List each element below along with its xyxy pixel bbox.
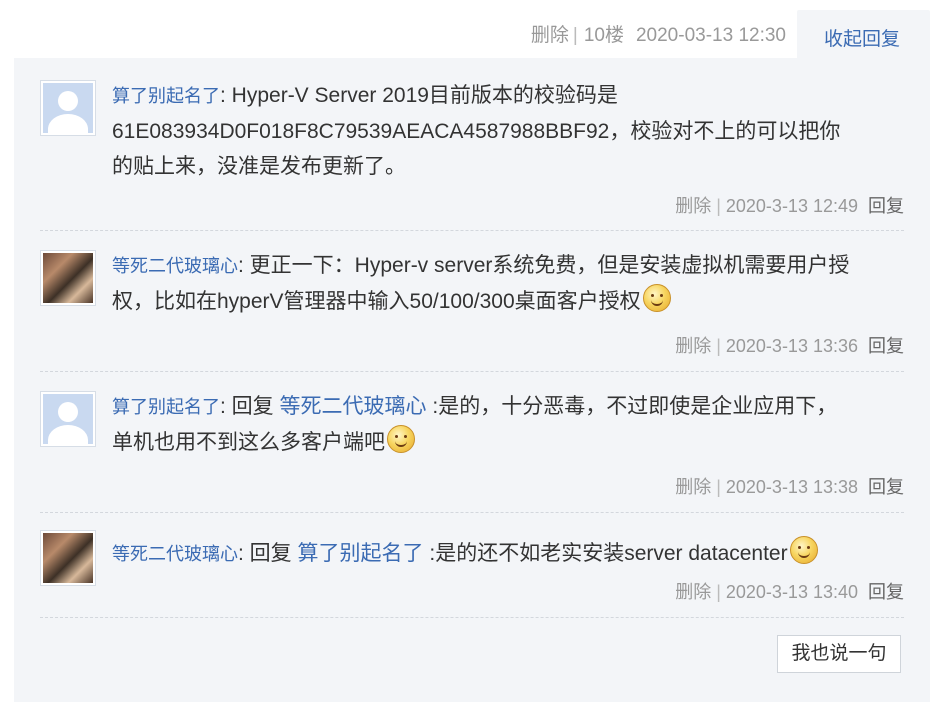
reply-body: 算了别起名了: 回复 等死二代玻璃心 :是的，十分恶毒，不过即使是企业应用下， … <box>112 395 838 454</box>
reply-link[interactable]: 回复 <box>868 582 904 602</box>
delete-link[interactable]: 删除 <box>675 477 711 497</box>
divider <box>40 371 904 372</box>
reply-prefix: 回复 <box>231 395 274 418</box>
say-something-button[interactable]: 我也说一句 <box>777 635 901 673</box>
photo-avatar-icon <box>43 253 93 303</box>
reply-text: 61E083934D0F018F8C79539AEACA4587988BBF92… <box>112 120 841 143</box>
floor-meta: 删除 | 10楼 2020-03-13 12:30 <box>531 20 786 47</box>
reply-text: :是的，十分恶毒，不过即使是企业应用下， <box>432 395 838 418</box>
reply-body: 等死二代玻璃心: 回复 算了别起名了 :是的还不如老实安装server data… <box>112 536 902 572</box>
floor-datetime: 2020-03-13 12:30 <box>635 25 786 46</box>
reply-panel: 算了别起名了: Hyper-V Server 2019目前版本的校验码是 61E… <box>14 58 930 702</box>
reply-item: 等死二代玻璃心: 更正一下：Hyper-v server系统免费，但是安装虚拟机… <box>40 248 904 364</box>
avatar[interactable] <box>40 530 96 586</box>
reply-author[interactable]: 等死二代玻璃心 <box>112 256 238 276</box>
reply-meta: 删除 | 2020-3-13 13:38 回复 <box>675 473 904 499</box>
collapse-replies-tab[interactable]: 收起回复 <box>797 10 930 58</box>
photo-avatar-icon <box>43 533 93 583</box>
delete-link[interactable]: 删除 <box>675 196 711 216</box>
reply-link[interactable]: 回复 <box>868 477 904 497</box>
reply-item: 等死二代玻璃心: 回复 算了别起名了 :是的还不如老实安装server data… <box>40 530 904 610</box>
reply-text: :是的还不如老实安装server datacenter <box>429 542 788 565</box>
separator: | <box>572 25 578 46</box>
avatar[interactable] <box>40 391 96 447</box>
reply-time: 2020-3-13 12:49 <box>725 196 858 216</box>
collapse-replies-link[interactable]: 收起回复 <box>824 24 900 51</box>
reply-item: 算了别起名了: 回复 等死二代玻璃心 :是的，十分恶毒，不过即使是企业应用下， … <box>40 389 904 505</box>
avatar[interactable] <box>40 250 96 306</box>
reply-body: 等死二代玻璃心: 更正一下：Hyper-v server系统免费，但是安装虚拟机… <box>112 254 850 313</box>
smiley-icon <box>642 284 671 312</box>
default-avatar-icon <box>43 394 93 444</box>
delete-link[interactable]: 删除 <box>675 336 711 356</box>
separator: | <box>716 336 721 356</box>
reply-meta: 删除 | 2020-3-13 12:49 回复 <box>675 192 904 218</box>
divider <box>40 230 904 231</box>
delete-link[interactable]: 删除 <box>675 582 711 602</box>
reply-time: 2020-3-13 13:38 <box>725 477 858 497</box>
floor-header: 删除 | 10楼 2020-03-13 12:30 收起回复 <box>0 0 942 58</box>
separator: | <box>716 477 721 497</box>
divider <box>40 512 904 513</box>
smiley-icon <box>789 536 818 564</box>
reply-author[interactable]: 算了别起名了 <box>112 397 220 417</box>
reply-item: 算了别起名了: Hyper-V Server 2019目前版本的校验码是 61E… <box>40 78 904 228</box>
separator: | <box>716 582 721 602</box>
reply-meta: 删除 | 2020-3-13 13:40 回复 <box>675 578 904 604</box>
default-avatar-icon <box>43 83 93 133</box>
reply-link[interactable]: 回复 <box>868 196 904 216</box>
smiley-icon <box>387 425 415 453</box>
reply-to-user-link[interactable]: 算了别起名了 <box>298 542 424 565</box>
floor-number: 10楼 <box>583 25 624 46</box>
reply-text: 更正一下：Hyper-v server系统免费，但是安装虚拟机需要用户授 <box>249 254 850 277</box>
reply-text: Hyper-V Server 2019目前版本的校验码是 <box>231 84 618 107</box>
reply-time: 2020-3-13 13:36 <box>725 336 858 356</box>
avatar[interactable] <box>40 80 96 136</box>
divider <box>40 617 904 618</box>
reply-link[interactable]: 回复 <box>868 336 904 356</box>
reply-text: 单机也用不到这么多客户端吧 <box>112 431 385 454</box>
reply-prefix: 回复 <box>249 542 292 565</box>
reply-text: 权，比如在hyperV管理器中输入50/100/300桌面客户授权 <box>112 290 641 313</box>
floor-delete-link[interactable]: 删除 <box>531 25 569 46</box>
separator: | <box>716 196 721 216</box>
reply-body: 算了别起名了: Hyper-V Server 2019目前版本的校验码是 61E… <box>112 84 841 178</box>
reply-author[interactable]: 等死二代玻璃心 <box>112 544 238 564</box>
reply-meta: 删除 | 2020-3-13 13:36 回复 <box>675 332 904 358</box>
reply-to-user-link[interactable]: 等死二代玻璃心 <box>280 395 427 418</box>
reply-time: 2020-3-13 13:40 <box>725 582 858 602</box>
reply-text: 的贴上来，没准是发布更新了。 <box>112 155 406 178</box>
reply-author[interactable]: 算了别起名了 <box>112 86 220 106</box>
